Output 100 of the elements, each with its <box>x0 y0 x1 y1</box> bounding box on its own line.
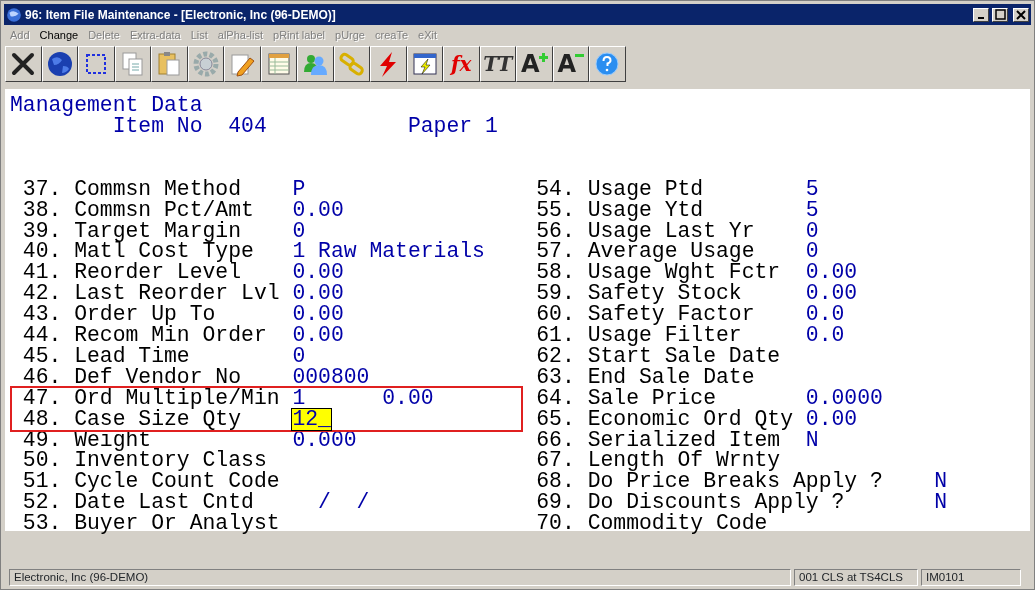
field-label: Length Of Wrnty <box>587 450 782 472</box>
field-label: Start Sale Date <box>587 345 782 367</box>
field-label: Weight <box>74 429 152 451</box>
field-number: 53. <box>22 513 63 534</box>
toolbar-button[interactable] <box>370 46 407 82</box>
toolbar-button[interactable] <box>260 46 297 82</box>
field-value: 0 <box>805 241 819 263</box>
field-value: 0 <box>292 345 306 367</box>
toolbar-button[interactable] <box>406 46 443 82</box>
field-label: Target Margin <box>74 220 242 242</box>
field-number: 39. <box>22 220 63 242</box>
toolbar-button[interactable] <box>151 46 188 82</box>
maximize-icon <box>994 9 1006 20</box>
field-value: 0 <box>292 220 306 242</box>
field-number: 57. <box>536 241 576 263</box>
field-label: Commsn Pct/Amt <box>74 199 255 221</box>
gear-icon <box>191 50 220 78</box>
field-label: Usage Ptd <box>587 178 705 200</box>
field-number: 41. <box>22 262 63 284</box>
toolbar-button[interactable] <box>78 46 115 82</box>
minimize-icon <box>978 17 984 19</box>
toolbar-button[interactable] <box>187 46 224 82</box>
field-number: 38. <box>22 199 63 221</box>
field-number: 64. <box>536 387 576 409</box>
minimize-button[interactable] <box>973 7 989 22</box>
field-number: 55. <box>536 199 576 221</box>
field-label: Def Vendor No <box>74 366 242 388</box>
field-label: Do Discounts Apply ? <box>587 492 845 514</box>
font-smaller-button[interactable]: A <box>552 46 589 82</box>
maximize-button[interactable] <box>992 7 1008 22</box>
globe-icon <box>45 50 74 78</box>
field-number: 47. <box>22 387 63 409</box>
field-number: 70. <box>536 513 576 534</box>
field-label: Commodity Code <box>587 513 768 534</box>
field-label: Reorder Level <box>74 262 242 284</box>
field-value: 000800 <box>292 366 370 388</box>
field-label: Do Price Breaks Apply ? <box>587 471 884 493</box>
item-number: 404 <box>228 115 267 137</box>
field-number: 66. <box>536 429 576 451</box>
field-number: 46. <box>22 366 63 388</box>
chain-icon <box>337 50 366 78</box>
field-label: Serialized Item <box>587 429 781 451</box>
section-heading: Management Data <box>10 95 204 116</box>
field-number: 52. <box>22 492 63 514</box>
help-icon <box>593 50 622 78</box>
field-label: Economic Ord Qty <box>587 408 794 430</box>
field-number: 40. <box>22 241 63 263</box>
field-label: Item No <box>112 115 203 137</box>
status-pane: IM0101 <box>921 569 1021 586</box>
window-lightning-icon <box>410 50 439 78</box>
toolbar-button[interactable] <box>224 46 261 82</box>
field-value: 0.00 <box>292 283 344 305</box>
field-number: 58. <box>536 262 576 284</box>
font-larger-button[interactable]: A <box>516 46 553 82</box>
field-value: 0.00 <box>382 387 434 409</box>
field-value: 0.00 <box>292 199 344 221</box>
toolbar-button[interactable] <box>41 46 78 82</box>
menu-item[interactable]: Change <box>34 26 84 44</box>
field-label: Lead Time <box>74 345 190 367</box>
item-description: Paper 1 <box>407 115 498 137</box>
toolbar-button[interactable] <box>297 46 334 82</box>
field-number: 45. <box>22 345 63 367</box>
field-label: Safety Factor <box>587 304 756 326</box>
field-value: 0.0000 <box>805 387 883 409</box>
field-label: Commsn Method <box>74 178 242 200</box>
toolbar-button[interactable] <box>114 46 151 82</box>
field-label: Usage Last Yr <box>587 220 756 242</box>
field-label: Case Size Qty <box>74 408 242 430</box>
field-number: 69. <box>536 492 576 514</box>
field-value: 0.00 <box>805 408 858 430</box>
minus-icon <box>575 54 585 58</box>
field-label: Buyer Or Analyst <box>74 513 281 534</box>
field-label: End Sale Date <box>587 366 756 388</box>
field-number: 48. <box>22 408 63 430</box>
field-number: 62. <box>536 345 576 367</box>
field-value: 0.00 <box>805 262 858 284</box>
field-label: Recom Min Order <box>74 325 268 346</box>
field-value: N <box>934 492 948 514</box>
text-style-button[interactable]: TT <box>479 46 516 82</box>
field-number: 37. <box>22 178 63 200</box>
field-value: 0.00 <box>292 304 344 326</box>
field-value: 0.0 <box>805 304 845 326</box>
field-value: 0.0 <box>805 325 845 346</box>
field-label: Inventory Class <box>74 450 267 472</box>
globe-icon <box>6 6 22 23</box>
field-number: 61. <box>536 325 576 346</box>
help-button[interactable] <box>589 46 626 82</box>
field-label: Average Usage <box>587 241 755 263</box>
field-value: 1 <box>292 387 306 409</box>
input-field[interactable]: 12_ <box>292 408 331 430</box>
close-button[interactable] <box>1013 7 1029 22</box>
toolbar-button[interactable] <box>5 46 42 82</box>
field-label: Sale Price <box>587 387 716 409</box>
field-label: Matl Cost Type <box>74 241 255 263</box>
field-value: 0.00 <box>292 262 344 284</box>
field-number: 68. <box>536 471 576 493</box>
toolbar-button[interactable] <box>333 46 370 82</box>
field-number: 43. <box>22 304 63 326</box>
text-style-button[interactable]: fx <box>443 46 480 82</box>
field-number: 67. <box>536 450 576 472</box>
